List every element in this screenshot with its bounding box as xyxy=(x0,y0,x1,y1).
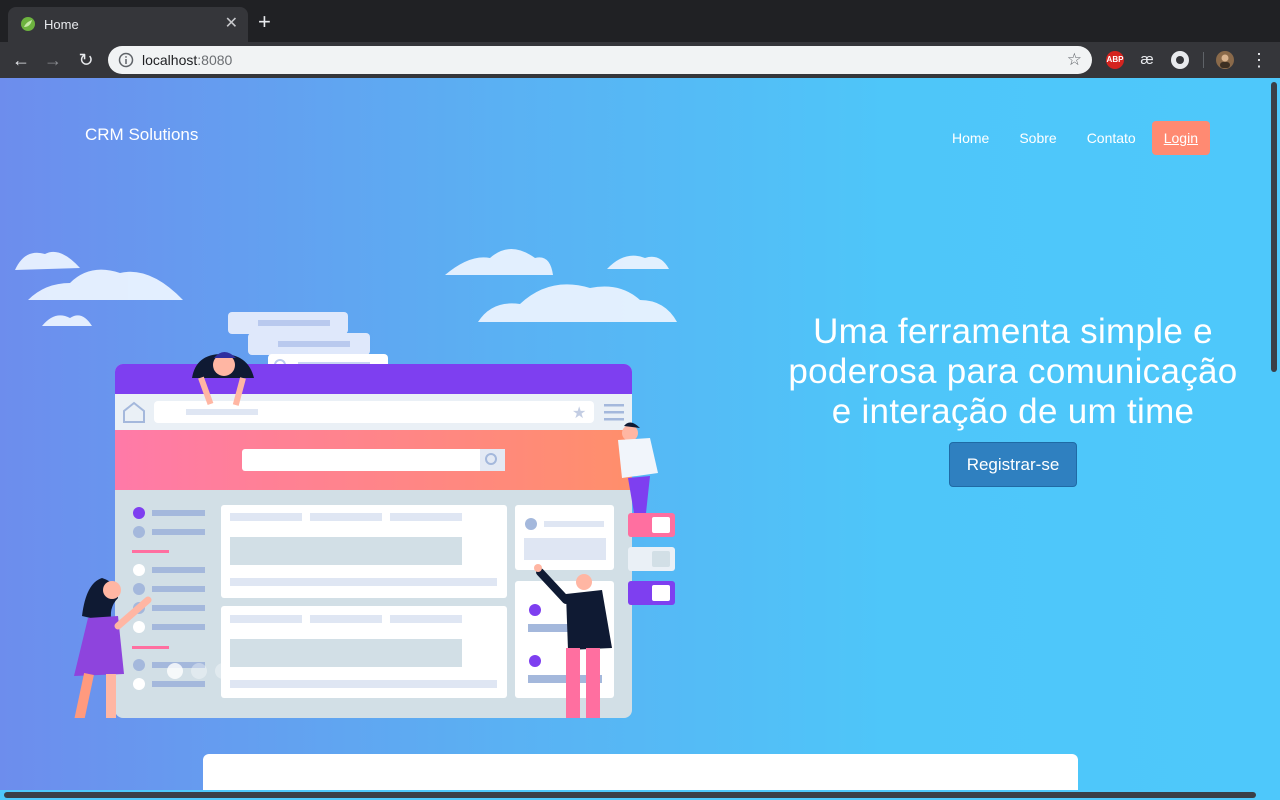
url-text[interactable]: localhost:8080 xyxy=(142,52,232,68)
profile-avatar[interactable] xyxy=(1216,51,1234,69)
bookmark-star-icon[interactable]: ☆ xyxy=(1067,50,1082,70)
login-button[interactable]: Login xyxy=(1151,121,1210,155)
info-icon[interactable] xyxy=(118,52,134,68)
close-icon[interactable]: ✕ xyxy=(225,14,238,34)
tab-title: Home xyxy=(44,17,79,32)
horizontal-scroll-thumb[interactable] xyxy=(4,792,1256,798)
tab-strip: Home ✕ + xyxy=(0,0,1280,42)
adblock-plus-icon[interactable]: ABP xyxy=(1106,51,1124,69)
window-mockup: ★ xyxy=(115,364,632,718)
nav-about-link[interactable]: Sobre xyxy=(1019,130,1056,146)
reload-icon[interactable]: ↻ xyxy=(75,49,97,71)
vertical-scroll-thumb[interactable] xyxy=(1271,82,1277,372)
hero-title: Uma ferramenta simple e poderosa para co… xyxy=(760,312,1266,432)
page-viewport: CRM Solutions Home Sobre Contato Login ★… xyxy=(0,78,1268,790)
main-nav: Home Sobre Contato Login xyxy=(922,121,1210,155)
carousel-dot-3[interactable] xyxy=(215,663,231,679)
spring-leaf-icon xyxy=(21,17,35,31)
nav-contact-link[interactable]: Contato xyxy=(1087,130,1136,146)
url-port: :8080 xyxy=(197,52,233,68)
content-card xyxy=(203,754,1078,790)
forward-arrow-icon[interactable]: → xyxy=(42,49,64,71)
horizontal-scrollbar[interactable] xyxy=(0,790,1280,800)
carousel-dot-1[interactable] xyxy=(167,663,183,679)
active-tab[interactable]: Home ✕ xyxy=(8,7,248,42)
address-bar[interactable]: localhost:8080 ☆ xyxy=(108,46,1092,74)
back-arrow-icon[interactable]: ← xyxy=(10,49,32,71)
url-host: localhost xyxy=(142,52,198,68)
nav-home-link[interactable]: Home xyxy=(952,130,989,146)
vertical-scrollbar[interactable] xyxy=(1268,78,1280,790)
register-button[interactable]: Registrar-se xyxy=(949,442,1077,487)
brand-logo-text[interactable]: CRM Solutions xyxy=(85,125,198,145)
carousel-dot-2[interactable] xyxy=(191,663,207,679)
kebab-menu-icon[interactable]: ⋮ xyxy=(1250,48,1268,72)
toolbar-separator xyxy=(1203,52,1204,68)
carousel-indicators xyxy=(167,663,239,679)
svg-text:★: ★ xyxy=(572,403,586,422)
hero-title-line-1: Uma ferramenta simple e xyxy=(813,312,1213,351)
browser-toolbar: ← → ↻ localhost:8080 ☆ ABP æ ⋮ xyxy=(0,42,1280,78)
hero-illustration: ★ xyxy=(15,249,677,718)
new-tab-button[interactable]: + xyxy=(258,10,271,34)
ghostery-icon[interactable] xyxy=(1171,51,1189,69)
hero-title-line-2: poderosa para comunicação xyxy=(788,352,1238,391)
ae-extension-icon[interactable]: æ xyxy=(1138,51,1156,69)
side-tags xyxy=(628,513,675,605)
hero-title-line-3: e interação de um time xyxy=(831,392,1195,431)
